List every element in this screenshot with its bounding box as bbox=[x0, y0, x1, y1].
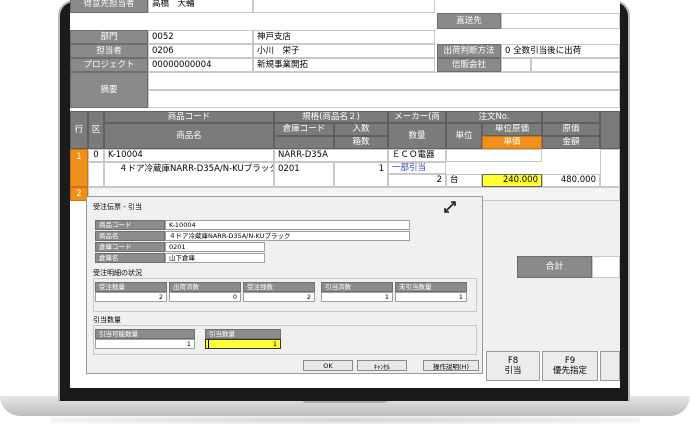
mi-hikiate-value: 1 bbox=[395, 292, 467, 302]
row1-shohin-name[interactable]: ４ドア冷蔵庫NARR-D35A/N-KUブラック bbox=[104, 162, 274, 187]
tekiyou-field-1[interactable] bbox=[148, 72, 620, 90]
shukka-field[interactable]: 0 全数引当後に出荷 bbox=[501, 44, 620, 58]
mi-hikiate-label: 未引当数量 bbox=[395, 282, 467, 292]
col-tanka: 単価 bbox=[482, 136, 542, 149]
dialog-title: 受注伝票 - 引当 bbox=[93, 203, 142, 211]
juchu-suryou-label: 受注数量 bbox=[95, 282, 167, 292]
project-name: 新規事業開拓 bbox=[253, 58, 435, 72]
text-cursor bbox=[208, 340, 209, 348]
row1-gyou[interactable]: 1 bbox=[70, 149, 88, 187]
f9-label: 優先指定 bbox=[552, 366, 587, 376]
col-suryou: 数量 bbox=[388, 123, 446, 149]
goukei-label: 合計 bbox=[517, 256, 592, 278]
dlg-shohin-name-label: 商品名 bbox=[95, 231, 165, 241]
shinpan-code-field[interactable] bbox=[501, 58, 531, 72]
row1-iri-su[interactable]: 1 bbox=[334, 162, 388, 187]
bumon-label: 部門 bbox=[70, 30, 148, 44]
shinpan-name bbox=[531, 58, 620, 72]
juchu-suryou-value: 2 bbox=[95, 292, 167, 302]
juchu-zan-label: 受注残数 bbox=[243, 282, 315, 292]
row1-shohin-code[interactable]: K-10004 bbox=[104, 149, 274, 162]
laptop-shadow bbox=[50, 416, 640, 424]
row1-ku-blank bbox=[88, 162, 104, 187]
tokuisaki-label: 得意先担当者 bbox=[70, 0, 148, 13]
hikiate-suryou-input[interactable]: 1 bbox=[205, 339, 281, 349]
col-tani-genka: 単位原価 bbox=[482, 123, 542, 136]
hikiate-title: 引当数量 bbox=[93, 316, 121, 324]
row1-suryou[interactable]: 2 bbox=[388, 174, 446, 187]
col-gyou: 行 bbox=[70, 111, 88, 149]
col-empty bbox=[542, 111, 600, 123]
dlg-shohin-name-value: ４ドア冷蔵庫NARR-D35A/N-KUブラック bbox=[165, 231, 410, 241]
row1-status: 一部引当 bbox=[388, 162, 446, 174]
shukka-zumi-value: 0 bbox=[169, 292, 241, 302]
f9-key: F9 bbox=[564, 355, 576, 366]
dlg-souko-code-value: 0201 bbox=[165, 242, 265, 252]
tokuisaki-extra bbox=[253, 0, 435, 13]
tekiyou-label: 摘要 bbox=[70, 72, 148, 108]
row1-chumon-no[interactable] bbox=[446, 149, 542, 162]
row1-ku[interactable]: 0 bbox=[88, 149, 104, 162]
expand-icon[interactable] bbox=[443, 199, 457, 213]
col-chumon-no: 注文No. bbox=[446, 111, 542, 123]
help-button[interactable]: 操作説明(H) bbox=[423, 360, 479, 371]
col-kingaku: 金額 bbox=[542, 136, 600, 149]
f8-key: F8 bbox=[507, 355, 519, 366]
f8-label: 引当 bbox=[504, 366, 522, 376]
hikiate-kanou-label: 引当可能数量 bbox=[95, 329, 195, 339]
row1-souko-code[interactable]: 0201 bbox=[274, 162, 334, 187]
f9-yuusen-button[interactable]: F9 優先指定 bbox=[542, 351, 598, 381]
col-maker: メーカー(商 bbox=[388, 111, 446, 123]
dlg-shohin-code-value: K-10004 bbox=[165, 220, 410, 230]
shinpan-label: 信販会社 bbox=[437, 58, 501, 72]
row1-kikaku[interactable]: NARR-D35A bbox=[274, 149, 388, 162]
project-label: プロジェクト bbox=[70, 58, 148, 72]
chokusosaki-field[interactable] bbox=[501, 13, 620, 29]
shukka-zumi-label: 出荷済数 bbox=[169, 282, 241, 292]
dlg-shohin-code-label: 商品コード bbox=[95, 220, 165, 230]
row1-extra bbox=[600, 149, 620, 187]
row1-tani[interactable]: 台 bbox=[446, 174, 482, 187]
col-iri-su: 入数 bbox=[334, 123, 388, 136]
dlg-souko-code-label: 倉庫コード bbox=[95, 242, 165, 252]
hikiate-kanou-value: 1 bbox=[95, 339, 195, 349]
f8-hikiate-button[interactable]: F8 引当 bbox=[486, 351, 540, 381]
project-code-field[interactable]: 00000000004 bbox=[148, 58, 253, 72]
shukka-label: 出荷判断方法 bbox=[437, 44, 501, 58]
col-blank bbox=[274, 136, 334, 149]
juchu-zan-value: 2 bbox=[243, 292, 315, 302]
col-kikaku: 規格(商品名２) bbox=[274, 111, 388, 123]
meisai-title: 受注明細の状況 bbox=[93, 269, 142, 277]
hikiate-dialog: 受注伝票 - 引当 商品コード K-10004 商品名 ４ドア冷蔵庫NARR-D… bbox=[86, 196, 483, 374]
row1-kingaku[interactable]: 480.000 bbox=[542, 174, 600, 187]
hikiate-zumi-label: 引当済数 bbox=[321, 282, 393, 292]
col-souko-code: 倉庫コード bbox=[274, 123, 334, 136]
tantousha-label: 担当者 bbox=[70, 44, 148, 58]
tekiyou-field-2[interactable] bbox=[148, 90, 620, 108]
bumon-name: 神戸支店 bbox=[253, 30, 435, 44]
col-shohin-name: 商品名 bbox=[104, 123, 274, 149]
tantousha-name: 小川 栄子 bbox=[253, 44, 435, 58]
goukei-field bbox=[592, 256, 620, 278]
cancel-button[interactable]: ｷｬﾝｾﾙ bbox=[357, 360, 407, 371]
f10-button[interactable] bbox=[600, 351, 620, 381]
dlg-souko-name-label: 倉庫名 bbox=[95, 253, 165, 263]
col-tani: 単位 bbox=[446, 123, 482, 149]
chokusosaki-label: 直送先 bbox=[437, 13, 501, 29]
hikiate-suryou-label: 引当数量 bbox=[205, 329, 281, 339]
col-ku: 区 bbox=[88, 111, 104, 149]
tantousha-code-field[interactable]: 0206 bbox=[148, 44, 253, 58]
bumon-code-field[interactable]: 0052 bbox=[148, 30, 253, 44]
row1-tanka[interactable]: 240.000 bbox=[482, 174, 542, 187]
hikiate-zumi-value: 1 bbox=[321, 292, 393, 302]
ok-button[interactable]: OK bbox=[303, 360, 353, 371]
row1-maker[interactable]: ＥＣＯ電器 bbox=[388, 149, 446, 162]
col-shohin-code: 商品コード bbox=[104, 111, 274, 123]
tokuisaki-field[interactable]: 高橋 大輔 bbox=[148, 0, 253, 13]
dlg-souko-name-value: 山下倉庫 bbox=[165, 253, 265, 263]
col-genka: 原価 bbox=[542, 123, 600, 136]
col-hako-su: 箱数 bbox=[334, 136, 388, 149]
col-extra bbox=[600, 111, 620, 149]
